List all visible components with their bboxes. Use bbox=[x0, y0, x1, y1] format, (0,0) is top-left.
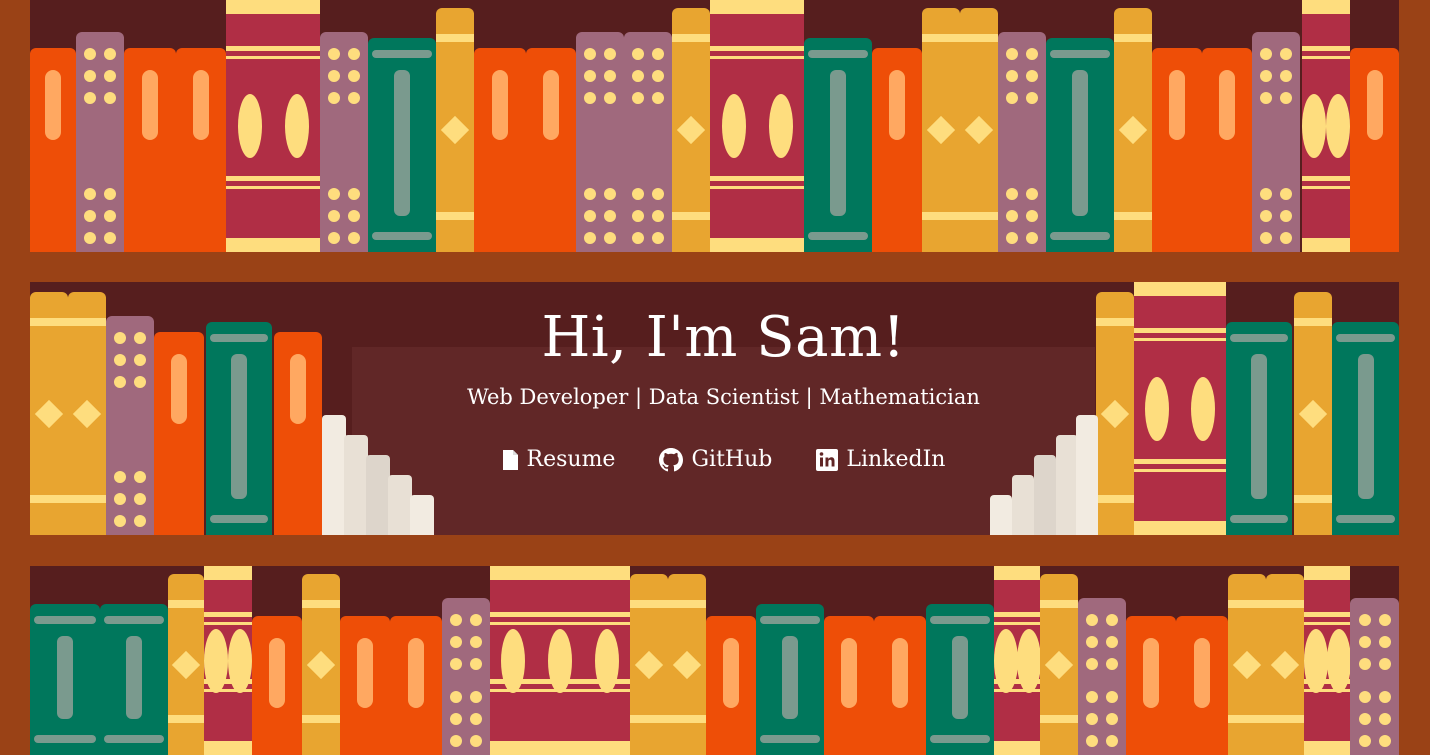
orange-book bbox=[874, 616, 926, 755]
gold-book bbox=[630, 574, 668, 755]
orange-book bbox=[1350, 48, 1399, 252]
crimson-book bbox=[710, 0, 804, 252]
decorative-block bbox=[1012, 475, 1034, 535]
mauve-book bbox=[442, 598, 490, 755]
gold-book bbox=[1040, 574, 1078, 755]
linkedin-link[interactable]: LinkedIn bbox=[816, 447, 945, 472]
gold-book bbox=[1294, 292, 1332, 535]
crimson-book bbox=[1134, 282, 1226, 535]
hero: Hi, I'm Sam! Web Developer | Data Scient… bbox=[352, 304, 1095, 472]
mauve-book bbox=[1078, 598, 1126, 755]
green-book bbox=[756, 604, 824, 755]
page-subtitle: Web Developer | Data Scientist | Mathema… bbox=[467, 385, 980, 410]
orange-book bbox=[390, 616, 442, 755]
green-book bbox=[30, 604, 100, 755]
gold-book bbox=[1114, 8, 1152, 252]
gold-book bbox=[30, 292, 68, 535]
orange-book bbox=[340, 616, 390, 755]
crimson-book bbox=[993, 566, 1041, 755]
decorative-block bbox=[1076, 415, 1098, 535]
orange-book bbox=[176, 48, 226, 252]
gold-book bbox=[1266, 574, 1304, 755]
social-links: Resume GitHub LinkedIn bbox=[352, 447, 1095, 472]
gold-book bbox=[672, 8, 710, 252]
gold-book bbox=[68, 292, 106, 535]
orange-book bbox=[274, 332, 322, 535]
orange-book bbox=[872, 48, 922, 252]
gold-book bbox=[168, 574, 204, 755]
green-book bbox=[100, 604, 168, 755]
bookshelf-top bbox=[30, 0, 1399, 252]
mauve-book bbox=[998, 32, 1046, 252]
mauve-book bbox=[624, 32, 672, 252]
mauve-book bbox=[1252, 32, 1300, 252]
orange-book bbox=[252, 616, 302, 755]
bookshelf-bottom bbox=[30, 566, 1399, 755]
green-book bbox=[804, 38, 872, 252]
orange-book bbox=[124, 48, 176, 252]
orange-book bbox=[526, 48, 576, 252]
resume-link[interactable]: Resume bbox=[502, 447, 616, 473]
resume-label: Resume bbox=[526, 447, 616, 473]
green-book bbox=[1332, 322, 1399, 535]
github-icon bbox=[659, 447, 684, 472]
github-label: GitHub bbox=[691, 447, 773, 473]
crimson-book bbox=[226, 0, 320, 252]
orange-book bbox=[30, 48, 76, 252]
mauve-book bbox=[76, 32, 124, 252]
gold-book bbox=[668, 574, 706, 755]
green-book bbox=[206, 322, 272, 535]
mauve-book bbox=[320, 32, 368, 252]
orange-book bbox=[1176, 616, 1228, 755]
green-book bbox=[1226, 322, 1292, 535]
linkedin-icon bbox=[816, 448, 839, 471]
decorative-block bbox=[322, 415, 346, 535]
decorative-block bbox=[366, 455, 390, 535]
mauve-book bbox=[1350, 598, 1399, 755]
orange-book bbox=[154, 332, 204, 535]
gold-book bbox=[1096, 292, 1134, 535]
green-book bbox=[368, 38, 436, 252]
page-title: Hi, I'm Sam! bbox=[541, 305, 906, 370]
green-book bbox=[926, 604, 994, 755]
github-link[interactable]: GitHub bbox=[659, 447, 772, 472]
decorative-block bbox=[1034, 455, 1056, 535]
gold-book bbox=[960, 8, 998, 252]
decorative-block bbox=[344, 435, 368, 535]
bookshelf-middle: Hi, I'm Sam! Web Developer | Data Scient… bbox=[30, 282, 1399, 535]
file-icon bbox=[502, 449, 518, 470]
decorative-block bbox=[1056, 435, 1078, 535]
orange-book bbox=[706, 616, 756, 755]
orange-book bbox=[1202, 48, 1252, 252]
decorative-block bbox=[388, 475, 412, 535]
crimson-book bbox=[204, 566, 252, 755]
green-book bbox=[1046, 38, 1114, 252]
gold-book bbox=[436, 8, 474, 252]
orange-book bbox=[1126, 616, 1176, 755]
decorative-block bbox=[410, 495, 434, 535]
gold-book bbox=[302, 574, 340, 755]
mauve-book bbox=[576, 32, 624, 252]
crimson-book bbox=[1302, 0, 1350, 252]
decorative-block bbox=[990, 495, 1012, 535]
orange-book bbox=[474, 48, 526, 252]
crimson-book bbox=[490, 566, 630, 755]
orange-book bbox=[1152, 48, 1202, 252]
crimson-book bbox=[1303, 566, 1351, 755]
linkedin-label: LinkedIn bbox=[846, 447, 946, 473]
gold-book bbox=[1228, 574, 1266, 755]
orange-book bbox=[824, 616, 874, 755]
mauve-book bbox=[106, 316, 154, 535]
gold-book bbox=[922, 8, 960, 252]
